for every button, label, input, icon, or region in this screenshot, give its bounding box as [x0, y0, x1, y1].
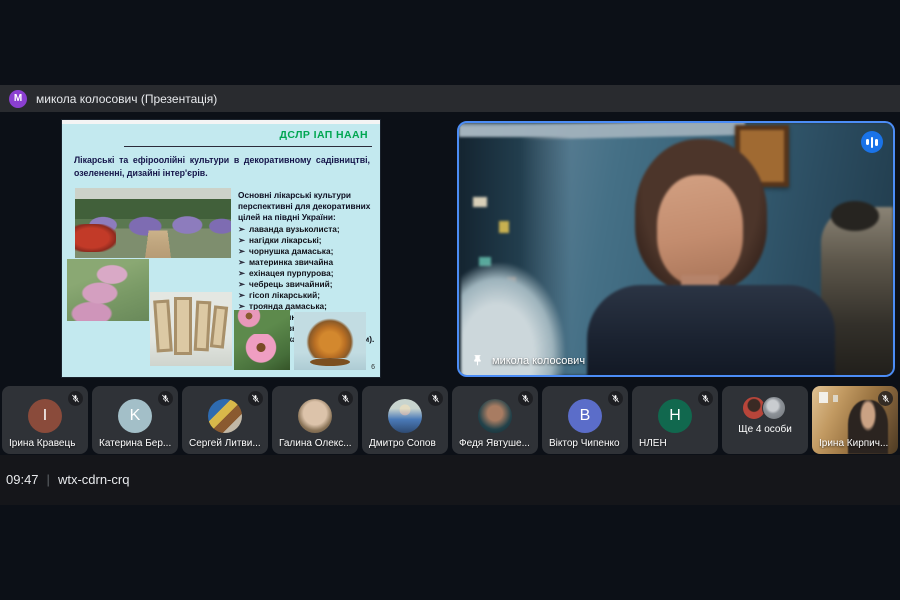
avatar — [298, 399, 332, 433]
participant-tile[interactable]: Федя Явтуше... — [452, 386, 538, 454]
participant-name: Дмитро Сопов — [369, 438, 444, 449]
slide-divider — [124, 146, 372, 147]
pin-icon — [471, 354, 484, 367]
avatar — [478, 399, 512, 433]
overflow-participants-tile[interactable]: Ще 4 особи — [722, 386, 808, 454]
participant-name: Федя Явтуше... — [459, 438, 534, 449]
participant-name: Ірина Кравець — [9, 438, 84, 449]
list-item: ➢лаванда вузьколиста; — [238, 224, 376, 235]
overflow-count-label: Ще 4 особи — [722, 424, 808, 435]
mic-off-icon — [68, 391, 83, 406]
avatar — [388, 399, 422, 433]
mic-off-icon — [518, 391, 533, 406]
participant-tile[interactable]: K Катерина Бер... — [92, 386, 178, 454]
mic-off-icon — [338, 391, 353, 406]
pinned-speaker-video[interactable]: микола колосович — [457, 121, 895, 377]
slide-photo-dried-arrangement — [294, 312, 366, 370]
mic-off-icon — [698, 391, 713, 406]
avatar — [208, 399, 242, 433]
participant-tile[interactable]: B Віктор Чипенко — [542, 386, 628, 454]
overflow-avatars — [742, 396, 788, 422]
speaker-name-label: микола колосович — [471, 354, 585, 367]
slide-photo-lavender-garden — [75, 188, 231, 258]
avatar: B — [568, 399, 602, 433]
presenter-avatar: M — [9, 90, 27, 108]
slide-photo-echinacea — [234, 310, 290, 370]
shared-presentation-slide[interactable]: ДСЛР ІАП НААН Лікарські та ефіроолійні к… — [62, 120, 380, 377]
list-item: ➢ехінацея пурпурова; — [238, 268, 376, 279]
mic-off-icon — [248, 391, 263, 406]
participant-name: Сергей Литви... — [189, 438, 264, 449]
participant-tile[interactable]: Ірина Кирпич... — [812, 386, 898, 454]
main-stage: ДСЛР ІАП НААН Лікарські та ефіроолійні к… — [0, 112, 900, 385]
list-item: ➢нагідки лікарські; — [238, 235, 376, 246]
slide-page-number: 6 — [371, 364, 375, 371]
list-item: ➢материнка звичайна — [238, 257, 376, 268]
avatar: I — [28, 399, 62, 433]
avatar: H — [658, 399, 692, 433]
participant-name: Ірина Кирпич... — [819, 438, 894, 449]
participant-name: Віктор Чипенко — [549, 438, 624, 449]
participant-filmstrip: I Ірина Кравець K Катерина Бер... Сергей… — [0, 386, 900, 454]
meeting-info: 09:47 | wtx-cdrn-crq — [6, 472, 129, 487]
presentation-title: микола колосович (Презентація) — [36, 92, 217, 106]
slide-photo-herbarium-frames — [150, 292, 232, 366]
audio-bars-icon — [866, 136, 878, 148]
participant-tile[interactable]: Сергей Литви... — [182, 386, 268, 454]
slide-photo-thyme-path — [67, 259, 149, 321]
meeting-code: wtx-cdrn-crq — [58, 472, 130, 487]
slide-list-title: Основні лікарські культури перспективні … — [238, 190, 372, 222]
participant-name: Катерина Бер... — [99, 438, 174, 449]
call-control-bar: 09:47 | wtx-cdrn-crq CC — [0, 455, 900, 505]
participant-tile[interactable]: Дмитро Сопов — [362, 386, 448, 454]
list-item: ➢гісоп лікарський; — [238, 290, 376, 301]
list-item: ➢чебрець звичайний; — [238, 279, 376, 290]
clock: 09:47 — [6, 472, 39, 487]
mic-off-icon — [608, 391, 623, 406]
participant-tile[interactable]: I Ірина Кравець — [2, 386, 88, 454]
speaker-video-feed — [459, 123, 893, 375]
list-item: ➢чорнушка дамаська; — [238, 246, 376, 257]
participant-tile[interactable]: Галина Олекс... — [272, 386, 358, 454]
mic-off-icon — [428, 391, 443, 406]
mic-off-icon — [158, 391, 173, 406]
participant-tile[interactable]: H НЛЕН — [632, 386, 718, 454]
participant-name: Галина Олекс... — [279, 438, 354, 449]
presentation-title-bar: M микола колосович (Презентація) — [0, 85, 900, 112]
avatar: K — [118, 399, 152, 433]
audio-activity-indicator — [861, 131, 883, 153]
slide-intro-text: Лікарські та ефіроолійні культури в деко… — [74, 154, 370, 180]
slide-header: ДСЛР ІАП НААН — [280, 129, 368, 141]
participant-name: НЛЕН — [639, 438, 714, 449]
meet-window: M микола колосович (Презентація) ДСЛР ІА… — [0, 0, 900, 600]
mic-off-icon — [878, 391, 893, 406]
